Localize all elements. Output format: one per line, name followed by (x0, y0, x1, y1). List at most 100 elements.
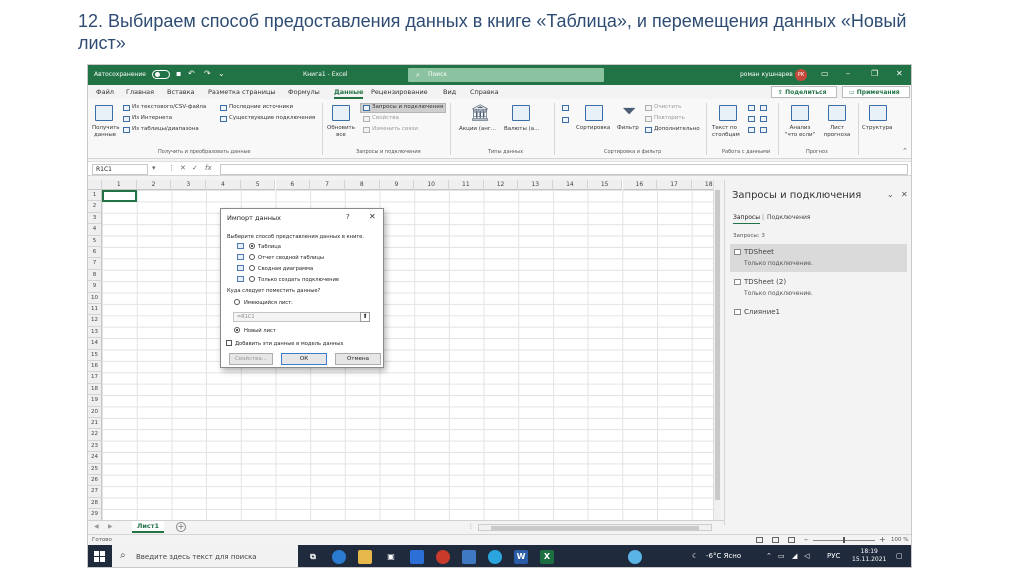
close-icon[interactable]: ✕ (369, 212, 376, 221)
collapse-ribbon-icon[interactable]: ⌃ (902, 147, 908, 155)
network-icon[interactable]: ▭ (778, 552, 785, 560)
speaker-icon[interactable]: ◁ (804, 552, 809, 560)
save-icon[interactable]: ▪ (176, 69, 181, 78)
avatar[interactable]: РК (795, 69, 807, 81)
relationships-icon[interactable] (760, 116, 767, 122)
range-input[interactable]: =R1C1 (233, 312, 370, 322)
clock[interactable]: 18:19 15.11.2021 (852, 548, 886, 564)
telegram-icon[interactable] (488, 550, 502, 564)
column-header[interactable]: 1 (102, 180, 137, 190)
sheet-next-icon[interactable]: ▶ (108, 523, 113, 530)
zoom-level[interactable]: 100 % (891, 537, 908, 543)
tab-review[interactable]: Рецензирование (371, 88, 428, 96)
volume-icon[interactable]: ◢ (792, 552, 797, 560)
insert-function-icon[interactable]: fx (205, 164, 212, 172)
column-header[interactable]: 4 (206, 180, 241, 190)
row-header[interactable]: 4 (88, 224, 102, 236)
properties-button[interactable]: Свойства... (229, 353, 273, 365)
tab-page-layout[interactable]: Разметка страницы (208, 88, 276, 96)
maximize-icon[interactable]: ❐ (871, 69, 878, 78)
row-header[interactable]: 23 (88, 440, 102, 453)
row-header[interactable]: 26 (88, 475, 102, 487)
photos-icon[interactable] (462, 550, 476, 564)
vertical-scrollbar[interactable] (713, 180, 721, 520)
store-icon[interactable]: ▣ (384, 550, 398, 564)
column-header[interactable]: 17 (657, 180, 692, 190)
row-header[interactable]: 17 (88, 372, 102, 384)
autosave-toggle[interactable] (152, 70, 170, 79)
tab-queries[interactable]: Запросы (733, 214, 760, 224)
add-to-model-checkbox[interactable] (226, 340, 232, 346)
radio-existing-sheet[interactable] (234, 299, 240, 305)
normal-view-icon[interactable] (756, 537, 763, 543)
row-header[interactable]: 10 (88, 292, 102, 304)
data-validation-icon[interactable] (748, 127, 755, 133)
tab-insert[interactable]: Вставка (167, 88, 195, 96)
query-item[interactable]: Слияние1 (730, 304, 907, 332)
select-all-corner[interactable] (88, 180, 102, 190)
file-explorer-icon[interactable] (358, 550, 372, 564)
clear-button[interactable]: Очистить (654, 104, 681, 111)
page-layout-view-icon[interactable] (772, 537, 779, 543)
add-sheet-icon[interactable]: + (176, 522, 186, 532)
cancel-button[interactable]: Отмена (335, 353, 381, 365)
remove-duplicates-icon[interactable] (748, 116, 755, 122)
tab-home[interactable]: Главная (126, 88, 154, 96)
radio-pivot-table[interactable] (249, 254, 255, 260)
properties-button[interactable]: Свойства (372, 115, 399, 122)
data-model-icon[interactable] (760, 127, 767, 133)
row-header[interactable]: 11 (88, 304, 102, 316)
radio-table[interactable] (249, 243, 255, 249)
sort-az-icon[interactable] (562, 105, 569, 111)
tab-file[interactable]: Файл (96, 88, 114, 96)
active-cell[interactable] (102, 190, 137, 202)
column-header[interactable]: 3 (171, 180, 207, 190)
row-header[interactable]: 13 (88, 326, 102, 339)
row-header[interactable]: 19 (88, 395, 102, 407)
row-header[interactable]: 18 (88, 383, 102, 396)
minimize-icon[interactable]: – (846, 69, 850, 78)
worksheet-grid[interactable]: 1 2 3 4 5 6 7 8 9 10 11 12 13 14 15 16 17 18 1 2 3 4 5 6 7 8 9 10 1… (88, 180, 718, 520)
cell-area[interactable] (102, 190, 718, 520)
row-header[interactable]: 24 (88, 452, 102, 464)
tab-help[interactable]: Справка (470, 88, 499, 96)
redo-icon[interactable]: ↷ (204, 69, 211, 78)
query-item[interactable]: TDSheet (2) Только подключение. (730, 274, 907, 302)
tab-split-handle[interactable]: ⋮ (468, 523, 474, 530)
sheet-tab[interactable]: Лист1 (132, 521, 164, 533)
radio-pivot-chart[interactable] (249, 265, 255, 271)
weather-text[interactable]: -6°C Ясно (706, 552, 741, 560)
row-header[interactable]: 1 (88, 190, 102, 202)
scrollbar-thumb[interactable] (491, 526, 699, 530)
reapply-button[interactable]: Повторить (654, 115, 685, 122)
sheet-prev-icon[interactable]: ◀ (94, 523, 99, 530)
pane-close-icon[interactable]: ✕ (901, 190, 908, 199)
formula-input[interactable] (220, 164, 908, 175)
tab-connections[interactable]: Подключения (767, 214, 811, 221)
ribbon-display-icon[interactable]: ▭ (821, 69, 829, 78)
row-header[interactable]: 21 (88, 418, 102, 430)
help-icon[interactable]: ? (346, 213, 350, 221)
cancel-entry-icon[interactable]: ✕ (180, 164, 186, 172)
row-header[interactable]: 15 (88, 349, 102, 361)
column-header[interactable]: 14 (553, 180, 588, 190)
user-name[interactable]: роман кушнарев (740, 71, 793, 78)
row-header[interactable]: 6 (88, 247, 102, 259)
column-header[interactable]: 2 (136, 180, 172, 190)
horizontal-scrollbar[interactable] (478, 524, 712, 531)
existing-connections-button[interactable]: Существующие подключения (229, 115, 315, 122)
column-header[interactable]: 13 (518, 180, 554, 190)
column-header[interactable]: 7 (310, 180, 345, 190)
zoom-in-icon[interactable]: + (879, 535, 886, 544)
row-header[interactable]: 22 (88, 429, 102, 441)
customize-qat-icon[interactable]: ⌄ (218, 69, 225, 78)
tab-formulas[interactable]: Формулы (288, 88, 320, 96)
whatsapp-icon[interactable] (628, 550, 642, 564)
radio-new-sheet[interactable] (234, 327, 240, 333)
tab-view[interactable]: Вид (443, 88, 456, 96)
excel-icon[interactable]: X (540, 550, 554, 564)
tab-data[interactable]: Данные (334, 88, 364, 99)
taskbar-search[interactable]: ⌕ Введите здесь текст для поиска (112, 545, 298, 567)
column-header[interactable]: 15 (587, 180, 623, 190)
radio-connection-only[interactable] (249, 276, 255, 282)
